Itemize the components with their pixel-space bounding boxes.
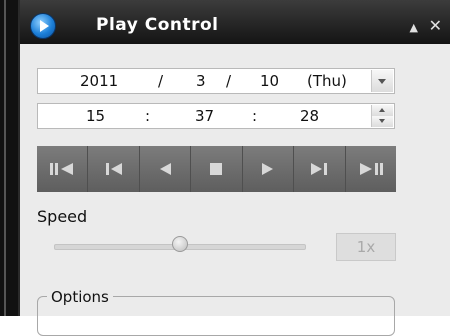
- date-separator: /: [158, 72, 164, 90]
- collapse-icon[interactable]: ▲: [410, 20, 418, 36]
- step-back-pause-button[interactable]: [37, 146, 89, 192]
- play-app-icon: [30, 13, 56, 39]
- options-group-label: Options: [47, 288, 113, 306]
- background-window-edge: [0, 0, 18, 316]
- time-minute[interactable]: 37: [195, 107, 214, 125]
- time-hour[interactable]: 15: [86, 107, 105, 125]
- playback-toolbar: [37, 146, 396, 192]
- play-button[interactable]: [242, 146, 295, 192]
- time-spinner: [371, 105, 393, 127]
- play-icon: [261, 163, 273, 175]
- date-day[interactable]: 10: [260, 72, 279, 90]
- spin-down-button[interactable]: [372, 116, 393, 127]
- skip-back-icon: [105, 163, 122, 175]
- speed-slider-thumb[interactable]: [172, 236, 188, 252]
- date-month[interactable]: 3: [196, 72, 206, 90]
- date-dropdown-button[interactable]: [371, 70, 393, 92]
- time-second[interactable]: 28: [300, 107, 319, 125]
- date-weekday: (Thu): [307, 72, 347, 90]
- play-reverse-button[interactable]: [139, 146, 192, 192]
- frame-step-forward-icon: [359, 163, 383, 175]
- date-year[interactable]: 2011: [80, 72, 118, 90]
- window-title: Play Control: [96, 15, 219, 35]
- stop-button[interactable]: [191, 146, 243, 192]
- step-forward-pause-button[interactable]: [345, 146, 396, 192]
- speed-label: Speed: [37, 207, 88, 226]
- time-separator: :: [252, 107, 258, 125]
- skip-to-start-button[interactable]: [88, 146, 140, 192]
- skip-forward-icon: [311, 163, 328, 175]
- time-separator: :: [145, 107, 151, 125]
- skip-to-end-button[interactable]: [294, 146, 346, 192]
- play-reverse-icon: [160, 163, 172, 175]
- frame-step-back-icon: [50, 163, 74, 175]
- stop-icon: [210, 163, 223, 175]
- date-picker-field[interactable]: 2011 / 3 / 10 (Thu): [37, 68, 395, 94]
- title-bar[interactable]: Play Control ▲ ✕: [20, 0, 450, 44]
- date-separator: /: [226, 72, 232, 90]
- time-spinner-field[interactable]: 15 : 37 : 28: [37, 103, 395, 129]
- speed-value-button[interactable]: 1x: [336, 233, 396, 261]
- close-icon[interactable]: ✕: [429, 18, 442, 34]
